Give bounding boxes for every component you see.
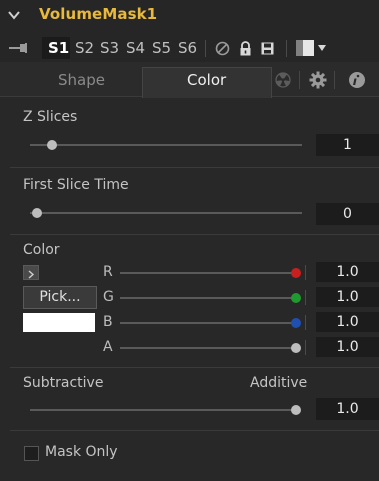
- field-divider: [305, 265, 306, 280]
- tab-divider: [299, 71, 300, 89]
- additive-label: Additive: [250, 375, 308, 391]
- slot-s6[interactable]: S6: [178, 39, 197, 57]
- field-divider: [305, 315, 306, 330]
- subtractive-additive-value[interactable]: 1.0: [316, 398, 379, 420]
- field-divider: [305, 340, 306, 355]
- section-divider: [10, 167, 379, 168]
- channel-r-value[interactable]: 1.0: [316, 262, 379, 282]
- channel-a-value[interactable]: 1.0: [316, 337, 379, 357]
- lock-icon[interactable]: [237, 40, 254, 57]
- expand-color-button[interactable]: [23, 265, 39, 280]
- tab-divider: [334, 71, 335, 89]
- radioactive-icon[interactable]: [274, 71, 292, 89]
- z-slices-slider-knob[interactable]: [47, 140, 57, 150]
- save-icon[interactable]: [259, 40, 276, 57]
- slot-s3[interactable]: S3: [100, 39, 119, 57]
- tab-bar: Shape Color: [0, 62, 379, 98]
- channel-g-label: G: [103, 289, 114, 305]
- color-swatch-icon[interactable]: [296, 40, 314, 56]
- channel-r-track[interactable]: [120, 272, 295, 274]
- pick-color-button[interactable]: Pick...: [23, 286, 97, 309]
- chevron-down-icon[interactable]: [7, 8, 21, 22]
- channel-a-label: A: [103, 339, 113, 355]
- channel-g-slider-knob[interactable]: [291, 293, 301, 303]
- mask-only-label: Mask Only: [45, 444, 118, 460]
- color-swatch[interactable]: [23, 313, 95, 332]
- pin-icon[interactable]: [8, 42, 30, 54]
- channel-b-slider-knob[interactable]: [291, 318, 301, 328]
- info-icon[interactable]: [348, 71, 366, 89]
- inspector-panel: VolumeMask1 S1 S2 S3 S4 S5 S6 Shape Colo…: [0, 0, 379, 481]
- mask-only-checkbox[interactable]: [24, 446, 39, 461]
- subtractive-label: Subtractive: [23, 375, 104, 391]
- section-divider: [10, 430, 379, 431]
- channel-a-track[interactable]: [120, 347, 295, 349]
- channel-b-label: B: [103, 314, 113, 330]
- channel-g-value[interactable]: 1.0: [316, 287, 379, 307]
- channel-r-slider-knob[interactable]: [291, 268, 301, 278]
- slot-s2[interactable]: S2: [75, 39, 94, 57]
- section-divider: [10, 234, 379, 235]
- gear-icon[interactable]: [309, 71, 327, 89]
- first-slice-time-slider-knob[interactable]: [32, 208, 42, 218]
- section-divider: [10, 367, 379, 368]
- slot-s1[interactable]: S1: [48, 39, 69, 57]
- node-title: VolumeMask1: [39, 5, 158, 23]
- node-toolbar: S1 S2 S3 S4 S5 S6: [0, 34, 379, 62]
- first-slice-time-track[interactable]: [30, 212, 302, 214]
- slot-s4[interactable]: S4: [126, 39, 145, 57]
- color-label: Color: [23, 242, 60, 258]
- first-slice-time-label: First Slice Time: [23, 177, 129, 193]
- z-slices-label: Z Slices: [23, 109, 78, 125]
- node-header[interactable]: VolumeMask1: [0, 0, 379, 34]
- chevron-right-icon: [28, 270, 35, 279]
- subtractive-additive-track[interactable]: [30, 409, 297, 411]
- z-slices-value[interactable]: 1: [316, 134, 379, 156]
- channel-r-label: R: [103, 264, 113, 280]
- tab-color[interactable]: Color: [187, 71, 226, 89]
- z-slices-track[interactable]: [30, 144, 302, 146]
- channel-b-value[interactable]: 1.0: [316, 312, 379, 332]
- tab-shape[interactable]: Shape: [58, 71, 105, 89]
- channel-g-track[interactable]: [120, 297, 295, 299]
- caret-down-icon[interactable]: [318, 45, 326, 51]
- channel-b-track[interactable]: [120, 322, 295, 324]
- subtractive-additive-slider-knob[interactable]: [291, 405, 301, 415]
- field-divider: [305, 290, 306, 305]
- toolbar-divider: [205, 40, 206, 57]
- toolbar-divider: [286, 40, 287, 57]
- channel-a-slider-knob[interactable]: [291, 343, 301, 353]
- disable-icon[interactable]: [214, 40, 231, 57]
- slot-s5[interactable]: S5: [152, 39, 171, 57]
- first-slice-time-value[interactable]: 0: [316, 203, 379, 225]
